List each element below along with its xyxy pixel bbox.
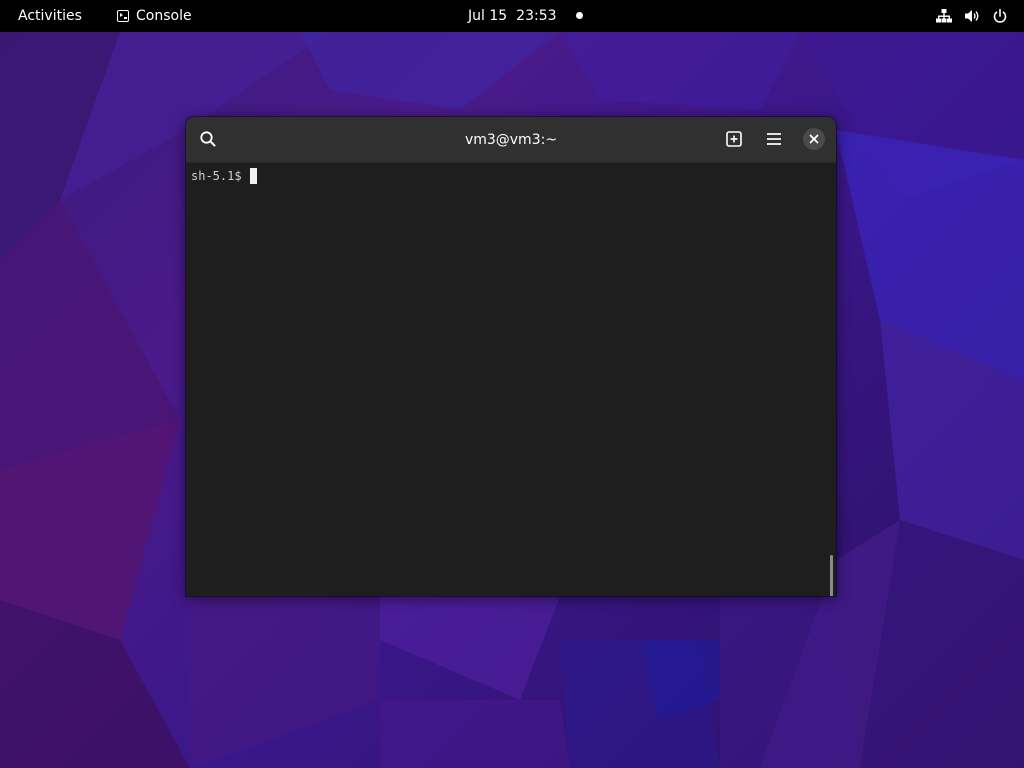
close-icon [809,134,819,144]
console-window: vm3@vm3:~ sh-5.1$ [186,117,836,596]
new-tab-button[interactable] [720,125,748,153]
scrollbar[interactable] [830,555,833,596]
clock-date: Jul 15 [468,8,508,24]
search-button[interactable] [194,125,222,153]
notification-dot-icon [576,12,583,19]
terminal-app-icon [117,10,129,22]
system-menu-button[interactable] [936,0,1008,32]
search-icon [200,131,216,147]
activities-button[interactable]: Activities [18,0,82,32]
volume-icon [964,8,980,24]
main-menu-button[interactable] [760,125,788,153]
new-tab-icon [726,131,742,147]
activities-label: Activities [18,8,82,24]
text-cursor [249,168,257,184]
clock-time: 23:53 [516,8,557,24]
window-headerbar[interactable]: vm3@vm3:~ [186,117,836,163]
network-icon [936,8,952,24]
shell-prompt: sh-5.1$ [191,169,242,183]
top-bar: Activities Console Jul 15 23:53 [0,0,1024,32]
hamburger-menu-icon [767,133,781,145]
app-name-label: Console [136,8,192,24]
terminal-area[interactable]: sh-5.1$ [186,163,836,596]
power-icon [992,8,1008,24]
clock-button[interactable]: Jul 15 23:53 [468,0,557,32]
app-menu-button[interactable]: Console [117,0,192,32]
prompt-line: sh-5.1$ [191,167,257,185]
close-button[interactable] [803,128,825,150]
